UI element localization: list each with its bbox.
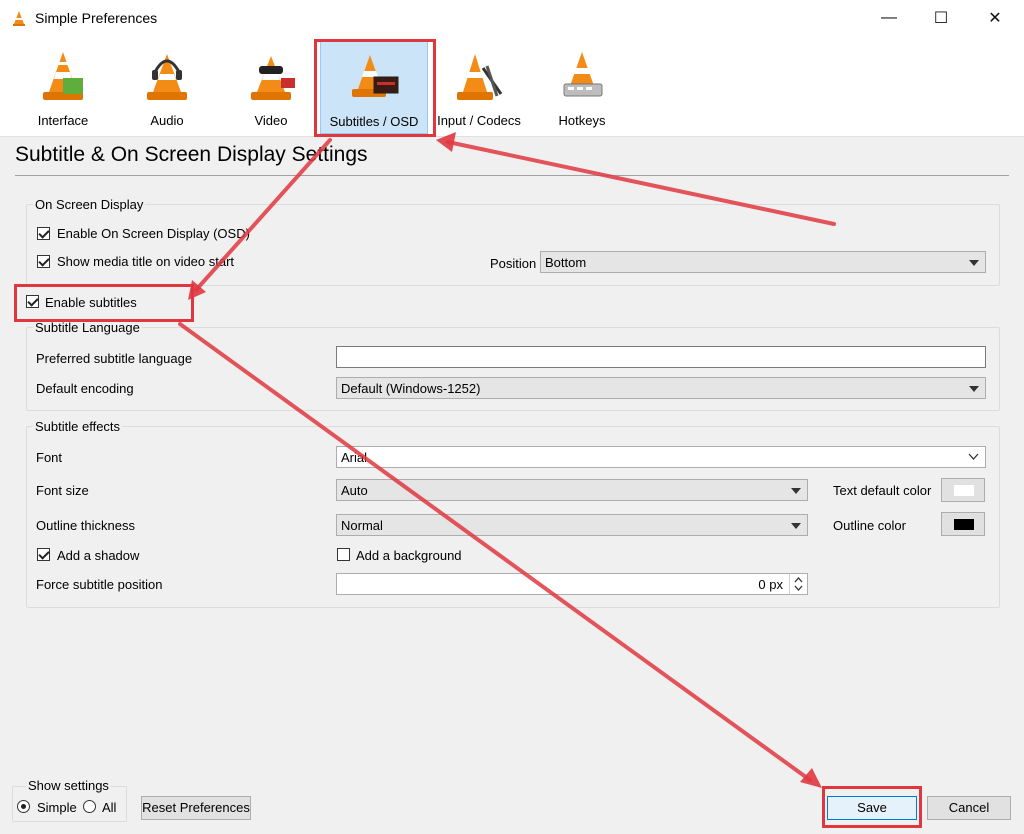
annotation-arrow-to-checkbox [194,138,332,292]
annotation-arrow-to-tab [446,140,836,226]
arrowhead-icon [436,132,456,152]
annotation-arrows [178,132,836,788]
arrowhead-icon [800,768,822,788]
annotation-arrow-to-save [178,322,812,782]
